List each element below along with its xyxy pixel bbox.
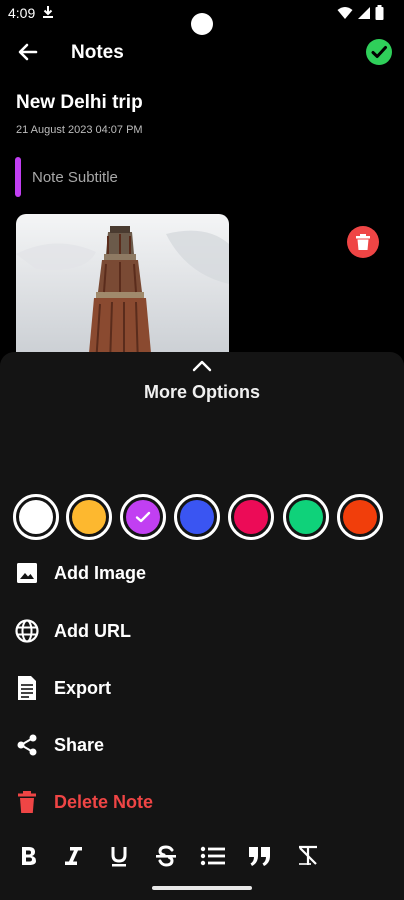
share-icon: [14, 732, 40, 758]
option-delete-note[interactable]: Delete Note: [14, 787, 153, 817]
option-label: Export: [54, 677, 112, 698]
color-swatch-yellow[interactable]: [66, 494, 112, 540]
quote-icon[interactable]: [246, 842, 274, 870]
export-icon: [14, 675, 40, 701]
sheet-title[interactable]: More Options: [0, 382, 404, 403]
gesture-bar[interactable]: [152, 886, 252, 890]
option-add-image[interactable]: Add Image: [14, 558, 146, 588]
color-picker: [13, 494, 393, 540]
wifi-icon: [337, 6, 353, 19]
underline-icon[interactable]: [105, 842, 133, 870]
back-arrow-icon[interactable]: [16, 40, 40, 64]
color-swatch-white[interactable]: [13, 494, 59, 540]
app-title: Notes: [71, 42, 124, 63]
check-icon: [135, 511, 151, 523]
bold-icon[interactable]: [14, 842, 42, 870]
subtitle-field[interactable]: Note Subtitle: [15, 157, 118, 197]
save-check-button[interactable]: [366, 39, 392, 65]
bulleted-list-icon[interactable]: [199, 842, 227, 870]
chevron-up-icon[interactable]: [192, 360, 212, 372]
color-swatch-purple[interactable]: [120, 494, 166, 540]
formatting-toolbar: [14, 842, 394, 872]
option-label: Add Image: [54, 562, 147, 583]
more-options-sheet: More Options Add Image Add URL Export Sh…: [0, 352, 404, 900]
status-time: 4:09: [8, 5, 36, 21]
note-image[interactable]: [16, 214, 229, 364]
trash-icon: [356, 234, 370, 250]
option-label: Share: [54, 734, 105, 755]
option-add-url[interactable]: Add URL: [14, 616, 131, 646]
trash-icon: [14, 789, 40, 815]
color-swatch-green[interactable]: [283, 494, 329, 540]
option-share[interactable]: Share: [14, 730, 104, 760]
system-icons: [337, 5, 384, 20]
note-title[interactable]: New Delhi trip: [16, 92, 143, 114]
color-swatch-orange[interactable]: [337, 494, 383, 540]
option-export[interactable]: Export: [14, 673, 111, 703]
signal-icon: [358, 6, 370, 19]
italic-icon[interactable]: [59, 842, 87, 870]
strikethrough-icon[interactable]: [152, 842, 180, 870]
check-icon: [371, 46, 387, 58]
delete-image-button[interactable]: [347, 226, 379, 258]
image-icon: [14, 560, 40, 586]
clear-format-icon[interactable]: [294, 842, 322, 870]
option-label: Add URL: [54, 620, 131, 641]
globe-icon: [14, 618, 40, 644]
color-swatch-blue[interactable]: [174, 494, 220, 540]
photo-qutub-minar: [16, 214, 229, 364]
battery-icon: [375, 5, 384, 20]
option-label: Delete Note: [54, 791, 154, 812]
note-datetime: 21 August 2023 04:07 PM: [16, 124, 143, 136]
download-icon: [43, 6, 53, 18]
status-bar: 4:09: [0, 0, 404, 35]
subtitle-placeholder[interactable]: Note Subtitle: [32, 169, 118, 186]
color-swatch-pink[interactable]: [228, 494, 274, 540]
app-bar: Notes: [0, 30, 404, 76]
subtitle-accent-bar: [15, 157, 21, 197]
